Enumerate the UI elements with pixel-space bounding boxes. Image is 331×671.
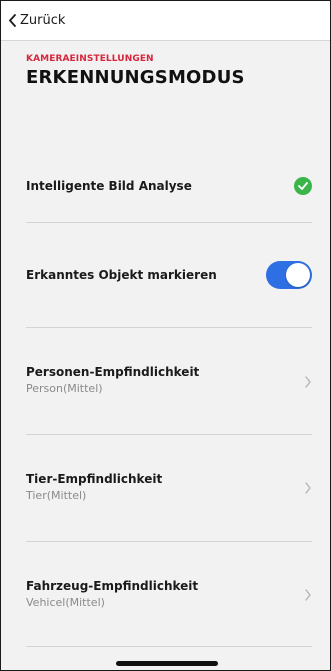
setting-value: Vehicel(Mittel)	[26, 596, 105, 609]
back-button-label: Zurück	[20, 13, 66, 28]
section-label: KAMERAEINSTELLUNGEN	[26, 54, 154, 64]
home-indicator	[116, 661, 218, 666]
chevron-right-icon	[305, 376, 311, 388]
settings-list: Intelligente Bild Analyse Erkanntes Obje…	[26, 131, 312, 647]
setting-row-mark-detected-object: Erkanntes Objekt markieren	[26, 223, 312, 328]
check-icon	[294, 177, 312, 195]
chevron-right-icon	[305, 589, 311, 601]
page-title: ERKENNUNGSMODUS	[26, 67, 245, 88]
setting-title: Intelligente Bild Analyse	[26, 179, 192, 193]
top-navigation-bar: Zurück	[1, 1, 330, 41]
chevron-left-icon	[9, 14, 16, 27]
setting-title: Erkanntes Objekt markieren	[26, 268, 217, 282]
setting-value: Tier(Mittel)	[26, 489, 87, 502]
mark-object-toggle[interactable]	[266, 261, 312, 289]
page-header: KAMERAEINSTELLUNGEN ERKENNUNGSMODUS	[1, 41, 330, 89]
setting-row-vehicle-sensitivity[interactable]: Fahrzeug-Empfindlichkeit Vehicel(Mittel)	[26, 542, 312, 647]
setting-title: Tier-Empfindlichkeit	[26, 472, 163, 486]
app-screen: Zurück KAMERAEINSTELLUNGEN ERKENNUNGSMOD…	[0, 0, 331, 671]
setting-row-intelligent-image-analysis[interactable]: Intelligente Bild Analyse	[26, 131, 312, 223]
setting-title: Personen-Empfindlichkeit	[26, 365, 200, 379]
toggle-knob	[286, 263, 310, 287]
setting-value: Person(Mittel)	[26, 382, 103, 395]
setting-title: Fahrzeug-Empfindlichkeit	[26, 579, 199, 593]
back-button[interactable]: Zurück	[8, 13, 65, 28]
setting-row-animal-sensitivity[interactable]: Tier-Empfindlichkeit Tier(Mittel)	[26, 435, 312, 542]
chevron-right-icon	[305, 482, 311, 494]
setting-row-person-sensitivity[interactable]: Personen-Empfindlichkeit Person(Mittel)	[26, 328, 312, 435]
